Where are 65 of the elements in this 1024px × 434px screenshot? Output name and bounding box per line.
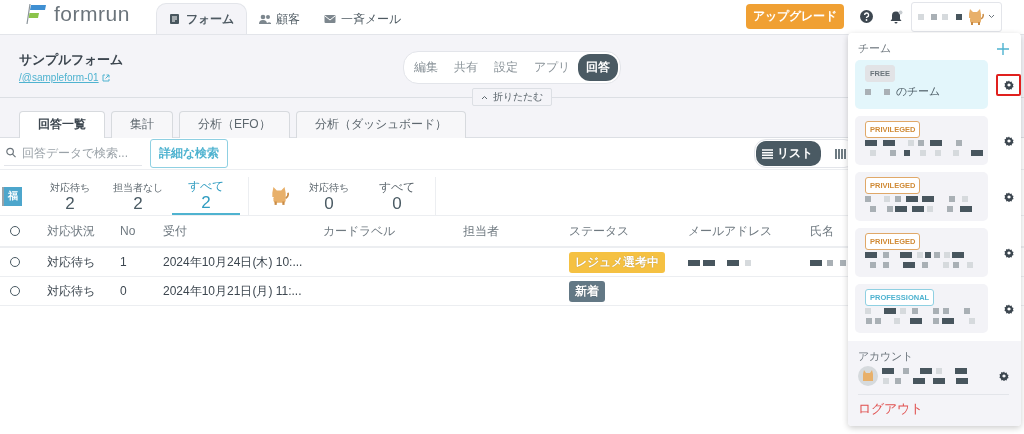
mode-tab[interactable]: 編集 [406, 53, 446, 81]
column-header: 対応状況 [47, 222, 96, 240]
nav-tab[interactable]: 一斉メール [311, 4, 413, 34]
mode-tab[interactable]: 設定 [486, 53, 526, 81]
counter-tab[interactable]: すべて 0 [363, 177, 431, 215]
team-name: のチーム [896, 84, 940, 99]
column-header: ステータス [569, 222, 630, 240]
column-header: 担当者 [463, 222, 500, 240]
logout-link[interactable]: ログアウト [858, 395, 1009, 426]
settings-icon[interactable] [1003, 303, 1014, 314]
view-tab[interactable]: 回答一覧 [19, 111, 105, 138]
status-badge: 新着 [569, 280, 605, 302]
form-title: サンプルフォーム [19, 51, 124, 69]
brand-name: formrun [54, 2, 130, 26]
pixelated-name-drawing [918, 13, 962, 20]
settings-icon[interactable] [1003, 191, 1014, 202]
view-tab[interactable]: 集計 [111, 111, 173, 138]
cat-icon [966, 7, 984, 26]
mode-tab[interactable]: 共有 [446, 53, 486, 81]
section-title: アカウント [858, 349, 914, 364]
nav-tab[interactable]: 顧客 [246, 4, 312, 34]
table-cell-text: 2024年10月24日(木) 10:... [163, 253, 304, 271]
logo-icon [24, 3, 48, 25]
section-title: チーム [858, 41, 891, 56]
search-field[interactable]: 回答データで検索... [4, 141, 142, 166]
view-tab[interactable]: 分析（ダッシュボード） [295, 111, 466, 138]
table-cell-text: 1 [120, 255, 128, 269]
cat-icon [269, 186, 289, 206]
bell-icon[interactable] [889, 9, 903, 24]
columns-icon [835, 148, 846, 159]
table-cell-text: 0 [120, 284, 128, 298]
settings-icon[interactable] [1003, 79, 1014, 90]
mode-tab[interactable]: アプリ [526, 53, 578, 81]
cat-avatar-icon [858, 366, 878, 386]
column-header: カードラベル [323, 222, 396, 240]
document-icon [168, 13, 181, 25]
table-cell-text: 対応待ち [47, 282, 96, 300]
counter-tab[interactable]: 担当者なし 2 [104, 177, 172, 215]
counter-tab[interactable]: 対応待ち 0 [295, 177, 363, 215]
view-switch-button[interactable]: リスト [756, 141, 821, 166]
column-header: 受付 [163, 222, 188, 240]
settings-icon[interactable] [999, 371, 1009, 381]
status-badge: レジュメ選考中 [569, 251, 665, 273]
pixelated-name-drawing [865, 88, 890, 95]
settings-icon[interactable] [1003, 247, 1014, 258]
search-icon [6, 147, 16, 158]
counter-tab[interactable]: すべて 2 [172, 177, 240, 215]
table-cell-text: 2024年10月21日(月) 11:... [163, 282, 303, 300]
nav-tab[interactable]: フォーム [155, 3, 247, 34]
people-icon [258, 13, 271, 25]
mode-tab[interactable]: 回答 [578, 53, 618, 81]
column-header: メールアドレス [688, 222, 773, 240]
list-icon [762, 148, 773, 159]
settings-icon[interactable] [1003, 135, 1014, 146]
view-tab[interactable]: 分析（EFO） [179, 111, 290, 138]
counter-tab[interactable]: 対応待ち 2 [36, 177, 104, 215]
column-header: 氏名 [810, 222, 835, 240]
table-cell-text: 対応待ち [47, 253, 96, 271]
chevron-down-icon [988, 14, 995, 19]
help-icon[interactable] [860, 10, 873, 23]
column-header: No [120, 224, 137, 238]
collapse-button[interactable]: 折りたたむ [472, 88, 552, 106]
team-avatar: 福 [2, 186, 22, 206]
chevron-up-icon [481, 94, 488, 100]
envelope-icon [323, 13, 336, 25]
